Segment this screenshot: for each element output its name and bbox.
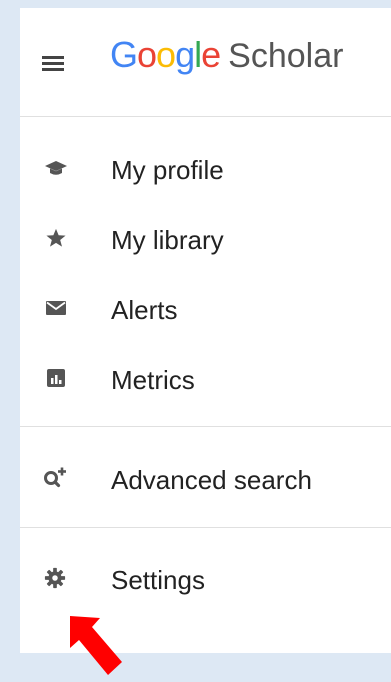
logo-letter-o2: o xyxy=(156,34,176,75)
menu-divider-1 xyxy=(20,426,391,427)
envelope-icon xyxy=(46,301,66,315)
menu-item-label: My profile xyxy=(111,155,224,185)
scholar-wordmark: Scholar xyxy=(228,37,344,75)
google-scholar-logo[interactable]: Google Scholar xyxy=(110,34,343,76)
logo-letter-e: e xyxy=(201,34,221,75)
graduation-cap-icon xyxy=(45,161,67,175)
logo-letter-o1: o xyxy=(137,34,157,75)
header: Google Scholar xyxy=(20,8,391,116)
gear-icon xyxy=(44,567,66,589)
header-divider xyxy=(20,116,391,117)
menu-item-label: Metrics xyxy=(111,365,195,395)
logo-letter-g: G xyxy=(110,34,138,75)
red-arrow-pointer-icon xyxy=(70,616,122,675)
menu-item-label: My library xyxy=(111,225,224,255)
menu-item-my-library[interactable]: My library xyxy=(20,210,391,266)
menu-item-metrics[interactable]: Metrics xyxy=(20,350,391,406)
menu-item-advanced-search[interactable]: Advanced search xyxy=(20,450,391,506)
star-icon xyxy=(46,228,66,247)
google-wordmark: Google xyxy=(110,34,221,75)
bar-chart-icon xyxy=(47,369,65,387)
side-navigation-panel: Google Scholar My profile My library Aler… xyxy=(20,8,391,653)
logo-letter-g2: g xyxy=(175,34,195,75)
hamburger-menu-icon[interactable] xyxy=(42,54,64,72)
menu-divider-2 xyxy=(20,527,391,528)
menu-item-label: Alerts xyxy=(111,295,178,325)
search-plus-icon xyxy=(44,467,66,488)
menu-item-alerts[interactable]: Alerts xyxy=(20,280,391,336)
menu-item-settings[interactable]: Settings xyxy=(20,550,391,606)
menu-item-label: Settings xyxy=(111,565,205,595)
menu-item-label: Advanced search xyxy=(111,465,312,495)
menu-item-my-profile[interactable]: My profile xyxy=(20,140,391,196)
